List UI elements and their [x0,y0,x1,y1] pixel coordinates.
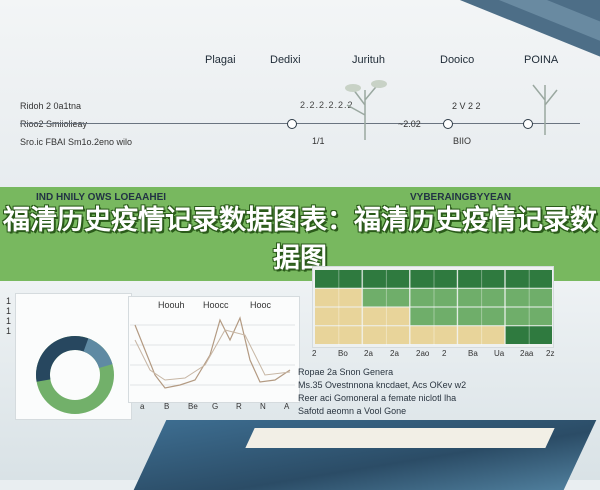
heatmap-cell [457,326,505,344]
line-x-tick: N [260,402,266,411]
left-axis-tick-3: 1 [6,316,12,326]
heatmap-x-tick: 2a [364,349,373,358]
line-x-tick: A [284,402,290,411]
row-label-1: Ridoh 2 0a1tna [20,101,82,111]
line-x-tick: B [164,402,170,411]
row-label-2: Rioo2 Smiiolieay [20,119,88,129]
timeline-mid-text: 2 V 2 2 [452,101,481,111]
timeline-right-tick: BIIO [453,136,472,146]
heatmap-x-tick: 2ao [416,349,430,358]
line-chart-gridlines [130,324,295,386]
line-x-tick: Be [188,402,198,411]
left-axis-tick-1: 1 [6,296,12,306]
header-label-4: Dooico [440,54,475,66]
note-line-1: Ropae 2a Snon Genera [298,367,394,377]
note-line-2: Ms.35 Ovestnnona kncdaet, Acs OKev w2 [298,380,467,390]
header-label-5: POINA [524,54,559,66]
line-x-tick: a [140,402,145,411]
timeline-marker-1 [287,119,297,129]
note-line-4: Safotd aeomn a Vool Gone [298,406,407,416]
heatmap-cell [315,270,362,288]
line-series-1 [134,316,291,389]
heatmap-chart [315,270,552,345]
timeline-marker-2 [443,119,453,129]
book-page-decoration [245,428,555,448]
heatmap-x-tick: 2z [546,349,555,358]
heatmap-cell [315,307,362,326]
timeline-left-text: ~2.02 [398,119,421,129]
line-x-tick: G [212,402,219,411]
heatmap-cell [315,326,362,344]
header-label-2: Dedixi [270,54,301,66]
line-legend-3: Hooc [250,300,272,310]
line-series-2 [134,329,291,381]
plant-sketch-1 [345,80,387,140]
heatmap-x-tick: 2 [312,349,317,358]
heatmap-cell [315,288,362,307]
heatmap-x-tick: Ba [468,349,478,358]
header-label-1: Plagai [205,54,236,66]
heatmap-x-tick: Ua [494,349,505,358]
line-legend-2: Hoocc [203,300,229,310]
note-line-3: Reer aci Gomoneral a femate niclotl lha [298,393,457,403]
heatmap-x-tick: 2 [442,349,447,358]
line-chart [130,316,295,389]
heatmap-cell [457,270,505,288]
background-top [0,0,600,190]
heatmap-x-tick: 2a [390,349,399,358]
row-label-3: Sro.ic FBAI Sm1o.2eno wilo [20,137,133,147]
donut-chart [36,336,114,414]
heatmap-cell [457,288,505,307]
timeline-axis [20,123,580,124]
header-label-3: Jurituh [352,54,386,66]
heatmap-x-tick: 2aa [520,349,534,358]
left-axis-tick-4: 1 [6,326,12,336]
line-legend-1: Hoouh [158,300,185,310]
heatmap-x-tick: Bo [338,349,348,358]
heatmap-cell [457,307,505,326]
left-axis-tick-2: 1 [6,306,12,316]
timeline-tick-text: 1/1 [312,136,325,146]
line-x-tick: R [236,402,242,411]
plant-sketch-2 [532,84,558,135]
